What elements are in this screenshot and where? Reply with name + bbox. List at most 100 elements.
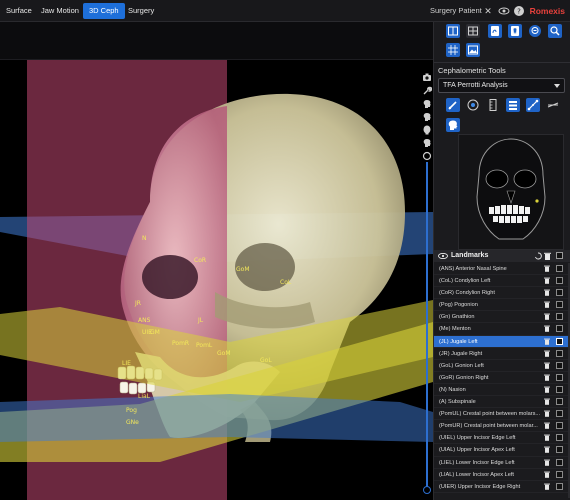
head-side-icon[interactable] xyxy=(422,138,432,148)
trash-icon[interactable] xyxy=(544,350,550,357)
3d-viewport[interactable]: N CoR GoM CoL JR ANS JL UIE PomR PomL Go… xyxy=(0,22,433,500)
head-front-icon[interactable] xyxy=(422,125,432,135)
ruler-icon[interactable] xyxy=(486,98,500,112)
trash-icon[interactable] xyxy=(544,313,550,321)
zoom-out-icon[interactable] xyxy=(528,24,542,38)
trash-icon[interactable] xyxy=(544,374,550,381)
landmark-checkbox[interactable] xyxy=(556,301,563,309)
landmark-row[interactable]: (ANS) Anterior Nasal Spine xyxy=(434,263,570,276)
landmark-checkbox[interactable] xyxy=(556,398,563,406)
trash-icon[interactable] xyxy=(544,459,550,466)
measure-icon[interactable] xyxy=(526,98,540,112)
trash-icon[interactable] xyxy=(544,471,550,478)
landmark-checkbox[interactable] xyxy=(556,265,563,272)
landmark-checkbox[interactable] xyxy=(556,325,563,333)
landmark-row[interactable]: (UIAL) Upper Incisor Apex Left xyxy=(434,444,570,457)
landmark-checkbox[interactable] xyxy=(556,385,563,393)
landmark-row[interactable]: (Me) Menton xyxy=(434,323,570,336)
trash-icon[interactable] xyxy=(544,446,550,454)
trash-icon[interactable] xyxy=(544,434,550,442)
trash-icon[interactable] xyxy=(544,398,550,405)
head-profile-small-icon[interactable] xyxy=(446,118,460,132)
depth-slider-handle[interactable] xyxy=(423,486,431,494)
landmark-row[interactable]: (LIEL) Lower Incisor Edge Left xyxy=(434,457,570,469)
landmark-checkbox[interactable] xyxy=(556,446,563,454)
help-icon[interactable]: ? xyxy=(513,5,525,17)
refresh-icon[interactable] xyxy=(534,252,542,260)
landmark-row[interactable]: (PomUL) Crestal point between molars... xyxy=(434,408,570,421)
head-profile-icon[interactable] xyxy=(422,99,432,109)
landmark-row[interactable]: (UIER) Upper Incisor Edge Right xyxy=(434,481,570,493)
landmark-checkbox[interactable] xyxy=(556,361,563,369)
trash-icon[interactable] xyxy=(544,362,550,369)
tab-3d-ceph[interactable]: 3D Ceph xyxy=(83,3,125,19)
trash-icon[interactable] xyxy=(544,338,550,345)
trash-icon[interactable] xyxy=(544,252,551,260)
landmark-checkbox[interactable] xyxy=(556,277,563,285)
landmark-row[interactable]: (GoR) Gonion Right xyxy=(434,372,570,384)
eye-icon[interactable] xyxy=(498,5,510,17)
landmark-checkbox[interactable] xyxy=(556,470,563,478)
layout-single-icon[interactable] xyxy=(446,24,460,38)
landmark-row[interactable]: (LIAL) Lower Incisor Apex Left xyxy=(434,469,570,481)
camera-icon[interactable] xyxy=(422,72,432,82)
trash-icon[interactable] xyxy=(544,422,550,430)
tab-surface[interactable]: Surface xyxy=(0,3,38,19)
grid-icon[interactable] xyxy=(446,43,460,57)
zoom-in-icon[interactable] xyxy=(548,24,562,38)
landmark-checkbox[interactable] xyxy=(556,337,563,345)
head-rotate-icon[interactable] xyxy=(422,112,432,122)
trash-icon[interactable] xyxy=(544,410,550,417)
tab-surgery[interactable]: Surgery xyxy=(122,3,160,19)
landmark-row[interactable]: (N) Nasion xyxy=(434,384,570,397)
close-icon[interactable]: ✕ xyxy=(482,5,494,17)
landmark-label: (CoL) Condylion Left xyxy=(439,278,491,285)
lower-blue-plane xyxy=(0,394,433,442)
trash-icon[interactable] xyxy=(544,386,550,393)
landmark-pen-icon[interactable] xyxy=(446,98,460,112)
layers-icon[interactable] xyxy=(506,98,520,112)
analysis-select[interactable]: TFA Perrotti Analysis xyxy=(438,78,565,93)
layout-quad-icon[interactable] xyxy=(466,24,480,38)
landmark-checkbox[interactable] xyxy=(556,289,563,297)
reset-icon[interactable] xyxy=(422,151,432,161)
wrench-icon[interactable] xyxy=(422,86,433,96)
trash-icon[interactable] xyxy=(544,289,550,296)
landmark-checkbox[interactable] xyxy=(556,349,563,357)
landmark-row[interactable]: (JR) Jugale Right xyxy=(434,348,570,360)
tab-jaw-motion[interactable]: Jaw Motion xyxy=(35,3,85,19)
landmark-row[interactable]: (CoR) Condylion Right xyxy=(434,287,570,300)
trash-icon[interactable] xyxy=(544,265,550,272)
target-icon[interactable] xyxy=(466,98,480,112)
landmark-row[interactable]: (GoL) Gonion Left xyxy=(434,360,570,372)
trash-icon[interactable] xyxy=(544,301,550,309)
depth-slider[interactable] xyxy=(426,162,428,492)
landmark-checkbox[interactable] xyxy=(556,482,563,490)
landmark-row[interactable]: (CoL) Condylion Left xyxy=(434,275,570,288)
landmarks-header[interactable]: Landmarks xyxy=(434,250,570,262)
landmark-row[interactable]: (JL) Jugale Left xyxy=(434,335,570,348)
landmark-row[interactable]: (Gn) Gnathion xyxy=(434,311,570,324)
ceph-view-icon[interactable] xyxy=(488,24,502,38)
landmark-checkbox[interactable] xyxy=(556,373,563,381)
frontal-preview[interactable] xyxy=(458,134,564,250)
trash-icon[interactable] xyxy=(544,483,550,490)
landmark-checkbox[interactable] xyxy=(556,458,563,466)
image-icon[interactable] xyxy=(466,43,480,57)
landmark-row[interactable]: (A) Subspinale xyxy=(434,396,570,409)
ceph-scene[interactable]: N CoR GoM CoL JR ANS JL UIE PomR PomL Go… xyxy=(0,22,433,500)
hide-icon[interactable] xyxy=(546,98,560,112)
landmark-label: LIE xyxy=(122,360,131,367)
trash-icon[interactable] xyxy=(544,325,550,333)
landmark-row[interactable]: (PomUR) Crestal point between molar... xyxy=(434,420,570,433)
landmark-checkbox[interactable] xyxy=(556,410,563,418)
landmark-checkbox[interactable] xyxy=(556,422,563,430)
trash-icon[interactable] xyxy=(544,277,550,284)
landmark-row[interactable]: (UIEL) Upper Incisor Edge Left xyxy=(434,432,570,445)
landmark-row[interactable]: (Pog) Pogonion xyxy=(434,299,570,312)
select-all-checkbox[interactable] xyxy=(556,252,563,259)
tooth-icon[interactable] xyxy=(508,24,522,38)
landmark-checkbox[interactable] xyxy=(556,434,563,442)
landmark-checkbox[interactable] xyxy=(556,313,563,321)
eye-icon[interactable] xyxy=(438,253,448,259)
